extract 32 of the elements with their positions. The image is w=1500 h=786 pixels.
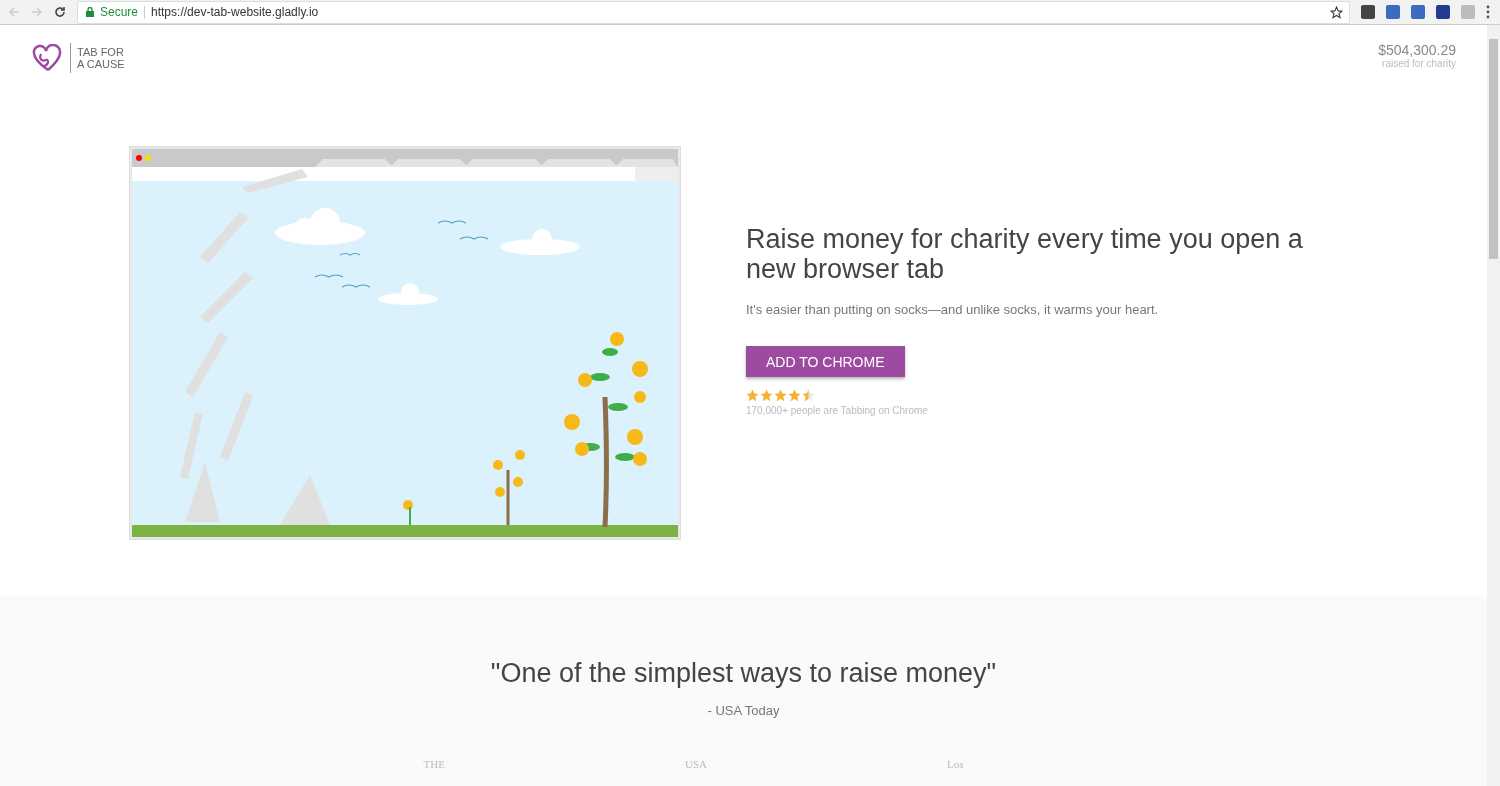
extension-icon[interactable] [1361, 5, 1375, 19]
hero-title: Raise money for charity every time you open a new browser tab [746, 224, 1304, 284]
star-icon [802, 389, 815, 402]
scrollbar[interactable] [1487, 25, 1500, 786]
star-icon [774, 389, 787, 402]
bookmark-star-icon[interactable] [1330, 5, 1343, 19]
forward-icon[interactable] [31, 6, 43, 18]
address-bar[interactable]: Secure https://dev-tab-website.gladly.io [77, 0, 1350, 24]
star-icon [746, 389, 759, 402]
hero-subtitle: It's easier than putting on socks—and unlike socks, it warms your heart. [746, 302, 1160, 317]
amount-caption: raised for charity [1381, 58, 1456, 69]
press-quote: "One of the simplest ways to raise money" [490, 658, 997, 689]
star-icon [760, 389, 773, 402]
star-icon [788, 389, 801, 402]
amount-raised: $504,300.29 [1378, 42, 1456, 58]
extension-icon[interactable] [1411, 5, 1425, 19]
press-logo-text: USA [684, 758, 707, 770]
press-logo-text: THE [423, 758, 445, 770]
extension-icon[interactable] [1436, 5, 1450, 19]
back-icon[interactable] [8, 6, 20, 18]
add-to-chrome-button[interactable]: ADD TO CHROME [746, 346, 905, 377]
extension-icon[interactable] [1461, 5, 1475, 19]
rating-caption: 170,000+ people are Tabbing on Chrome [746, 405, 929, 416]
reload-icon[interactable] [54, 6, 66, 18]
logo-text: TAB FOR A CAUSE [77, 46, 125, 70]
press-logo-text: Los [946, 758, 964, 770]
secure-label: Secure [100, 5, 139, 19]
url-text: https://dev-tab-website.gladly.io [151, 5, 319, 19]
menu-icon[interactable] [1486, 5, 1490, 19]
lock-icon [86, 7, 94, 17]
quote-source: - USA Today [707, 703, 780, 718]
extension-icon[interactable] [1386, 5, 1400, 19]
